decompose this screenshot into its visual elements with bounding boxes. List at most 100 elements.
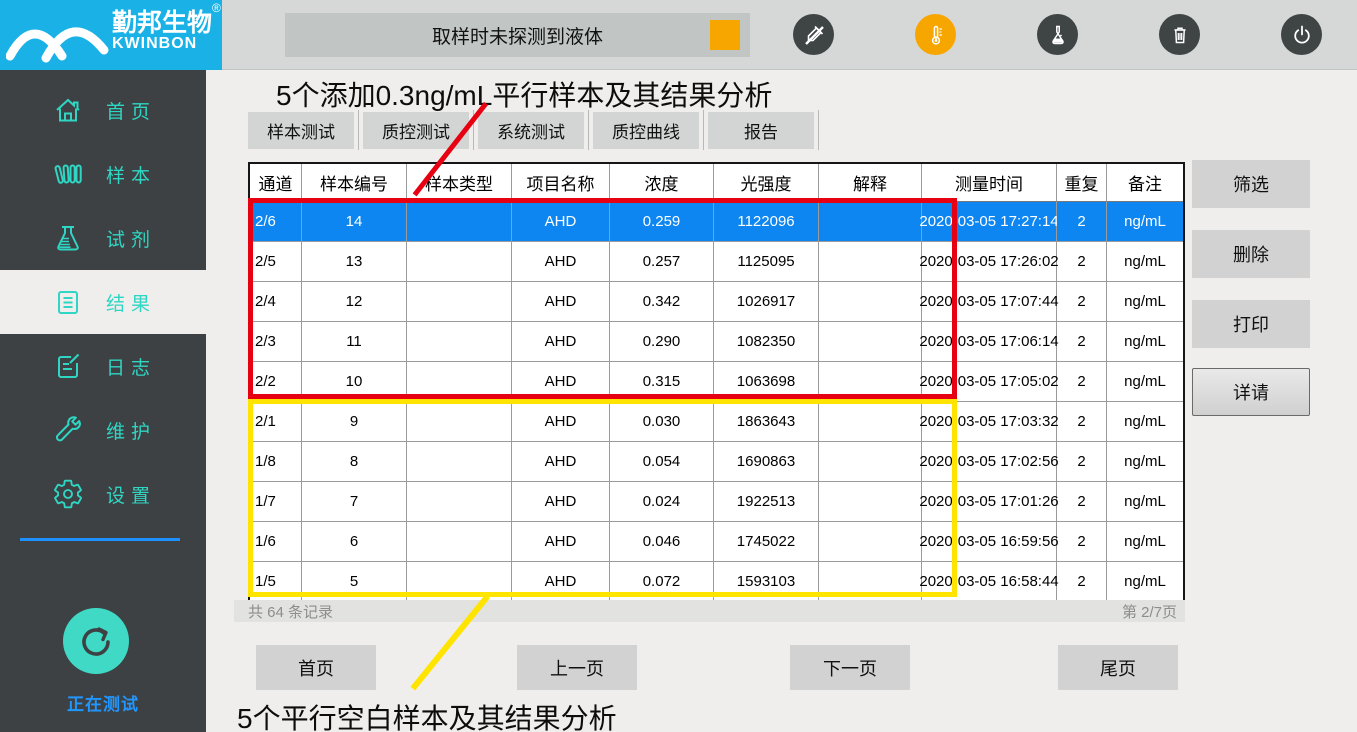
sidebar-item-samples[interactable]: 样本 [0,142,206,206]
tab-separator [818,110,819,150]
table-cell: 1745022 [714,522,819,562]
sidebar-item-label: 设置 [106,481,156,508]
delete-button[interactable]: 删除 [1192,230,1310,278]
table-cell: AHD [512,242,610,282]
record-count: 共 64 条记录 [248,601,333,622]
table-row[interactable]: 1/55AHD0.07215931032020-03-05 16:58:442n… [250,562,1183,602]
table-row[interactable]: 1/88AHD0.05416908632020-03-05 17:02:562n… [250,442,1183,482]
table-header-row: 通道 样本编号 样本类型 项目名称 浓度 光强度 解释 测量时间 重复 备注 [250,164,1183,202]
sidebar-item-reagent[interactable]: 试剂 [0,206,206,270]
table-cell [407,442,512,482]
sidebar: 首页 样本 试剂 [0,70,206,732]
table-cell: 10 [302,362,407,402]
sidebar-divider [20,538,180,541]
table-cell: 2020-03-05 17:27:14 [922,202,1057,242]
refresh-testing-button[interactable] [63,608,129,674]
first-page-button[interactable]: 首页 [256,645,376,690]
tab-sample-test[interactable]: 样本测试 [248,112,354,149]
filter-button[interactable]: 筛选 [1192,160,1310,208]
table-body: 2/614AHD0.25911220962020-03-05 17:27:142… [250,202,1183,602]
annotation-top-label: 5个添加0.3ng/mL平行样本及其结果分析 [276,74,772,114]
table-cell: ng/mL [1107,282,1183,322]
sidebar-item-maintenance[interactable]: 维护 [0,398,206,462]
status-message: 取样时未探测到液体 [432,22,603,49]
table-cell: 2020-03-05 17:07:44 [922,282,1057,322]
brand-name-cn: 勤邦生物 [112,9,212,37]
table-cell: AHD [512,442,610,482]
tab-separator [703,110,704,150]
temperature-icon[interactable] [915,14,956,55]
waste-bin-icon[interactable] [1159,14,1200,55]
table-cell [407,522,512,562]
table-cell [819,402,922,442]
prev-page-button[interactable]: 上一页 [517,645,637,690]
sampler-disabled-icon[interactable] [793,14,834,55]
table-footer: 共 64 条记录 第 2/7页 [234,600,1185,622]
table-cell [407,202,512,242]
refresh-icon [75,620,117,662]
table-cell: 0.342 [610,282,714,322]
column-header: 光强度 [714,164,819,202]
next-page-button[interactable]: 下一页 [790,645,910,690]
table-cell: 2 [1057,402,1107,442]
table-cell: AHD [512,202,610,242]
sidebar-item-home[interactable]: 首页 [0,78,206,142]
table-cell: 1/7 [250,482,302,522]
table-row[interactable]: 2/614AHD0.25911220962020-03-05 17:27:142… [250,202,1183,242]
table-cell: 0.257 [610,242,714,282]
table-cell: 1863643 [714,402,819,442]
table-row[interactable]: 1/66AHD0.04617450222020-03-05 16:59:562n… [250,522,1183,562]
table-cell: 7 [302,482,407,522]
table-cell: 2020-03-05 17:02:56 [922,442,1057,482]
table-cell: AHD [512,562,610,602]
table-row[interactable]: 2/412AHD0.34210269172020-03-05 17:07:442… [250,282,1183,322]
table-cell: AHD [512,522,610,562]
brand-logo: 勤邦生物® KWINBON [0,0,222,70]
power-icon[interactable] [1281,14,1322,55]
status-message-bar[interactable]: 取样时未探测到液体 [285,13,750,57]
print-button[interactable]: 打印 [1192,300,1310,348]
home-icon [52,94,84,126]
table-cell: 2 [1057,442,1107,482]
column-header: 解释 [819,164,922,202]
table-row[interactable]: 2/311AHD0.29010823502020-03-05 17:06:142… [250,322,1183,362]
table-cell: ng/mL [1107,482,1183,522]
table-cell: 2/6 [250,202,302,242]
results-table: 通道 样本编号 样本类型 项目名称 浓度 光强度 解释 测量时间 重复 备注 2… [248,162,1185,604]
details-button[interactable]: 详请 [1192,368,1310,416]
tab-qc-curve[interactable]: 质控曲线 [593,112,699,149]
column-header: 浓度 [610,164,714,202]
table-row[interactable]: 2/210AHD0.31510636982020-03-05 17:05:022… [250,362,1183,402]
sidebar-item-log[interactable]: 日志 [0,334,206,398]
table-cell: 2020-03-05 17:01:26 [922,482,1057,522]
sidebar-item-settings[interactable]: 设置 [0,462,206,526]
sidebar-item-results[interactable]: 结果 [0,270,206,334]
table-cell: 1082350 [714,322,819,362]
tab-report[interactable]: 报告 [708,112,814,149]
table-cell: 11 [302,322,407,362]
logo-arches-icon [6,4,110,66]
table-cell: 2 [1057,242,1107,282]
table-row[interactable]: 1/77AHD0.02419225132020-03-05 17:01:262n… [250,482,1183,522]
table-cell: 1122096 [714,202,819,242]
annotation-bottom-label: 5个平行空白样本及其结果分析 [237,697,617,732]
table-row[interactable]: 2/19AHD0.03018636432020-03-05 17:03:322n… [250,402,1183,442]
brand-name: 勤邦生物® KWINBON [112,10,221,53]
tab-separator [588,110,589,150]
table-cell: ng/mL [1107,322,1183,362]
table-cell: AHD [512,322,610,362]
tab-system-test[interactable]: 系统测试 [478,112,584,149]
table-cell [407,402,512,442]
table-cell: 1/6 [250,522,302,562]
table-cell: 2020-03-05 17:03:32 [922,402,1057,442]
last-page-button[interactable]: 尾页 [1058,645,1178,690]
table-cell: 0.315 [610,362,714,402]
table-cell: ng/mL [1107,402,1183,442]
reagent-flask-icon[interactable] [1037,14,1078,55]
table-cell [407,242,512,282]
table-cell: 2/3 [250,322,302,362]
table-row[interactable]: 2/513AHD0.25711250952020-03-05 17:26:022… [250,242,1183,282]
app-window: 勤邦生物® KWINBON 取样时未探测到液体 [0,0,1357,732]
maintenance-icon [52,414,84,446]
table-cell: 1125095 [714,242,819,282]
